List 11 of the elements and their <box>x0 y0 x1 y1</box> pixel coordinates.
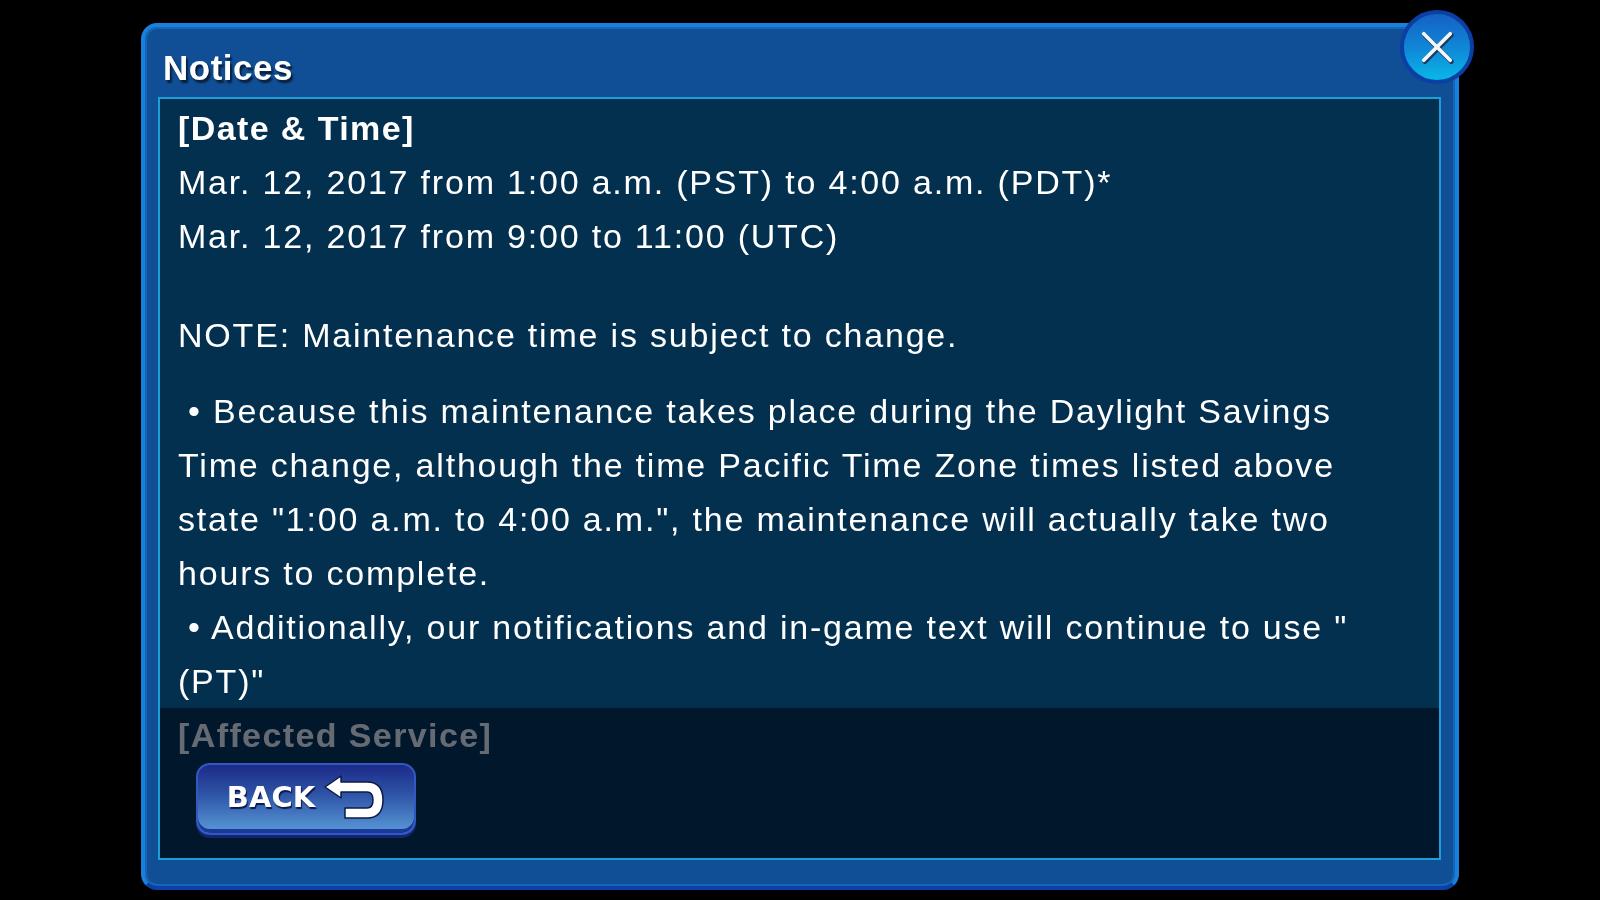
bullet-paragraph: • Additionally, our notifications and in-game text will continue to use " (PT)" <box>178 607 1350 702</box>
note-text: NOTE: Maintenance time is subject to change. <box>178 315 960 356</box>
section-heading: [Date & Time] <box>178 108 416 149</box>
close-icon <box>1420 30 1454 64</box>
return-arrow-icon <box>323 775 386 819</box>
notice-line: Mar. 12, 2017 from 9:00 to 11:00 (UTC) <box>178 216 841 257</box>
back-button[interactable]: BACK <box>196 763 416 835</box>
dialog-title: Notices <box>163 48 293 88</box>
section-heading: [Affected Service] <box>178 715 494 756</box>
bullet-paragraph: • Because this maintenance takes place during the Daylight Savings Time change, although the time Pacific Time Zone times listed above state "1:00 a.m. to 4:00 a.m.", the maintenance will actually take two hours to complete. <box>178 391 1336 594</box>
notice-line: Mar. 12, 2017 from 1:00 a.m. (PST) to 4:00 a.m. (PDT)* <box>178 162 1114 203</box>
